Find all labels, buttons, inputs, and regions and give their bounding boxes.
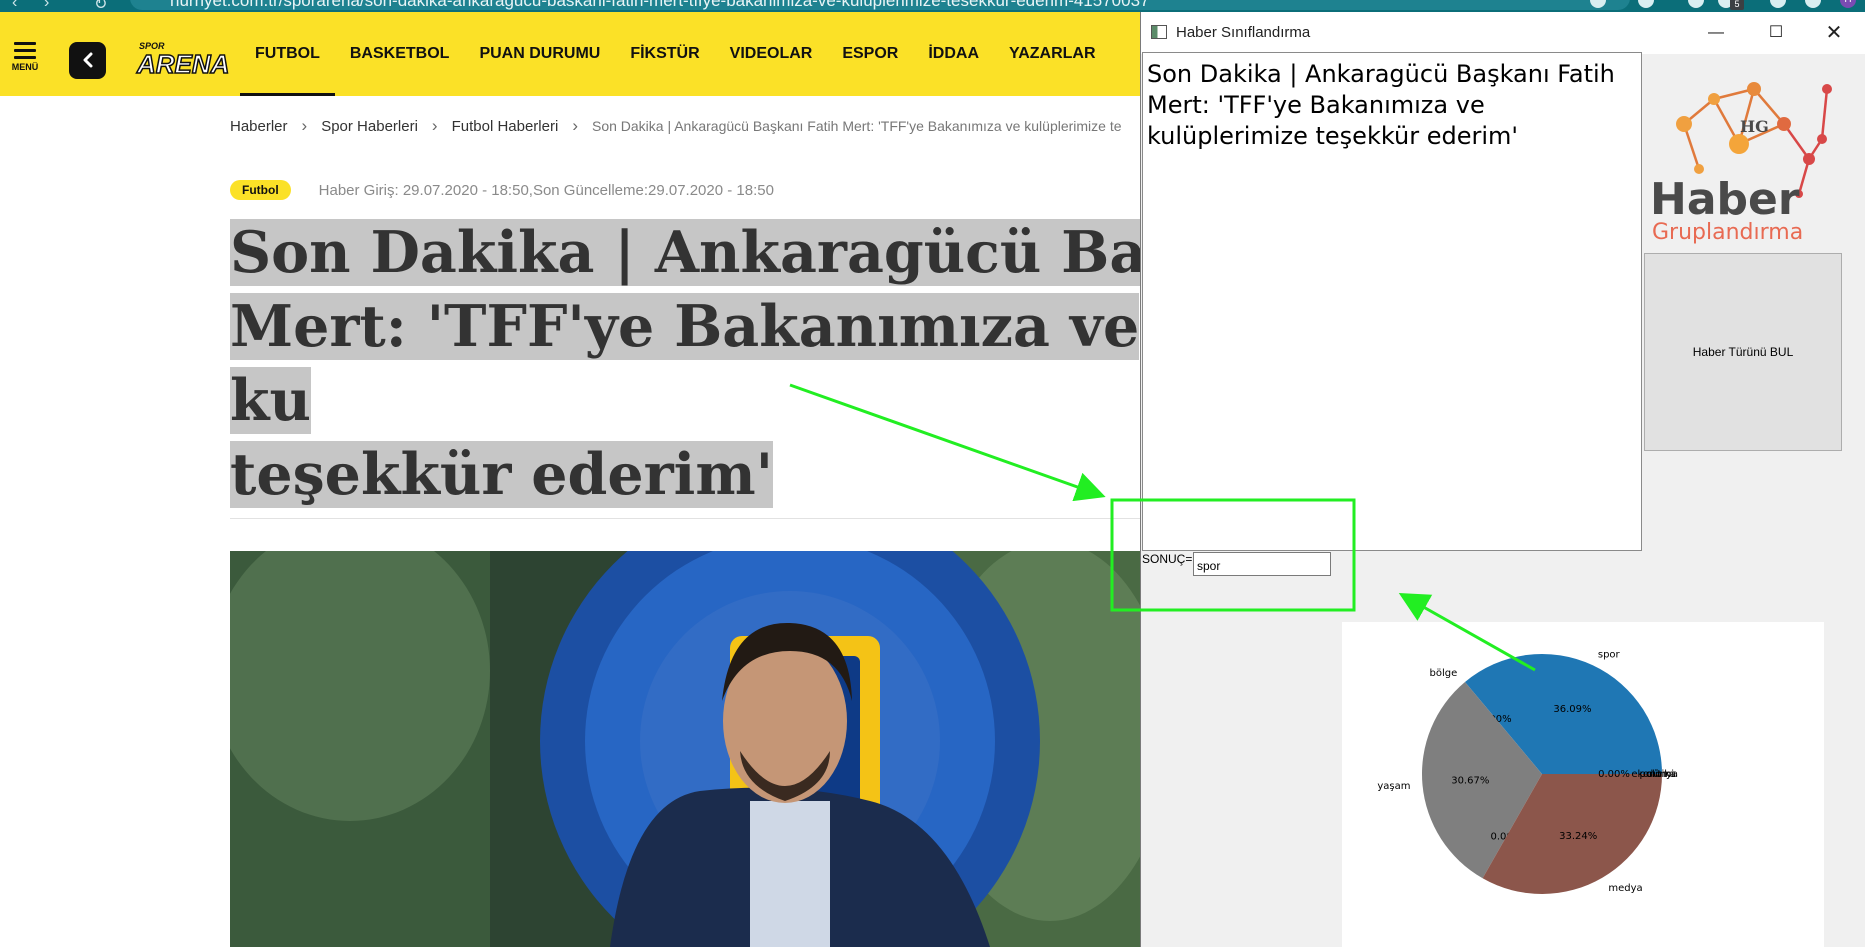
- pie-category-label: bölge: [1430, 668, 1458, 679]
- news-text-area[interactable]: Son Dakika | Ankaragücü Başkanı Fatih Me…: [1142, 52, 1642, 551]
- chevron-right-icon: ›: [572, 116, 578, 135]
- pie-percent-label: 30.67%: [1451, 775, 1489, 786]
- chevron-left-icon: [83, 52, 92, 68]
- pie-percent-label: 33.24%: [1559, 831, 1597, 842]
- menu-label: MENÜ: [11, 62, 39, 72]
- main-nav: FUTBOL BASKETBOL PUAN DURUMU FİKSTÜR VIDEOLA…: [240, 12, 1111, 96]
- pie-percent-label: 36.09%: [1553, 704, 1591, 715]
- nav-item[interactable]: PUAN DURUMU: [464, 12, 615, 96]
- pie-category-label: spor: [1598, 649, 1621, 660]
- minimize-button[interactable]: —: [1693, 18, 1739, 48]
- category-pie-chart: 36.09%spor0.00%bölge30.67%yaşam0.00%33.2…: [1342, 622, 1824, 947]
- hamburger-icon: [10, 42, 40, 59]
- article-headline: Son Dakika | Ankaragücü Başk Mert: 'TFF'y…: [230, 216, 1230, 512]
- headline-line: teşekkür ederim': [230, 441, 774, 508]
- pie-category-label: yaşam: [1377, 781, 1410, 792]
- logo-monogram: HG: [1740, 117, 1769, 136]
- find-news-type-button[interactable]: Haber Türünü BUL: [1644, 253, 1842, 451]
- extension-icon[interactable]: [1688, 0, 1704, 8]
- nav-item[interactable]: İDDAA: [913, 12, 994, 96]
- close-button[interactable]: ✕: [1811, 18, 1857, 48]
- haber-gruplandirma-logo: HG Haber Gruplandırma: [1644, 54, 1852, 252]
- address-bar-url: hurriyet.com.tr/sporarena/son-dakika-ank…: [170, 0, 1150, 10]
- profile-avatar[interactable]: H: [1840, 0, 1856, 8]
- nav-item[interactable]: VIDEOLAR: [715, 12, 828, 96]
- puzzle-icon[interactable]: [1770, 0, 1786, 8]
- breadcrumb-link[interactable]: Haberler: [230, 118, 288, 135]
- maximize-button[interactable]: ☐: [1753, 18, 1799, 48]
- logo-word-gruplandirma: Gruplandırma: [1652, 220, 1803, 245]
- nav-item[interactable]: ESPOR: [827, 12, 913, 96]
- browser-toolbar: ‹ › ↻ hurriyet.com.tr/sporarena/son-daki…: [0, 0, 1865, 12]
- chevron-right-icon: ›: [301, 116, 308, 135]
- article-photo: [230, 551, 1142, 947]
- nav-item[interactable]: YAZARLAR: [994, 12, 1111, 96]
- pie-percent-label: 0.00%: [1598, 769, 1630, 780]
- article-meta: Futbol Haber Giriş: 29.07.2020 - 18:50,S…: [230, 180, 774, 200]
- app-window-icon: [1151, 25, 1167, 39]
- forward-arrow-icon[interactable]: ›: [44, 0, 49, 12]
- nav-item[interactable]: FUTBOL: [240, 12, 335, 96]
- extension-icon[interactable]: [1638, 0, 1654, 8]
- extension-badge: 5: [1730, 0, 1744, 10]
- result-field[interactable]: [1193, 552, 1331, 576]
- breadcrumb-link[interactable]: Spor Haberleri: [321, 118, 418, 135]
- window-titlebar[interactable]: Haber Sınıflandırma — ☐ ✕: [1141, 12, 1865, 54]
- extension-icon[interactable]: [1805, 0, 1821, 8]
- divider: [230, 518, 1150, 519]
- menu-button[interactable]: MENÜ: [10, 42, 40, 72]
- logo-main-text: ARENA: [136, 48, 230, 80]
- app-window: Haber Sınıflandırma — ☐ ✕ Son Dakika | A…: [1140, 12, 1865, 947]
- article-dates: Haber Giriş: 29.07.2020 - 18:50,Son Günc…: [318, 181, 774, 199]
- nav-item[interactable]: FİKSTÜR: [615, 12, 714, 96]
- back-arrow-icon[interactable]: ‹: [12, 0, 17, 12]
- nav-item[interactable]: BASKETBOL: [335, 12, 465, 96]
- pie-chart-svg: 36.09%spor0.00%bölge30.67%yaşam0.00%33.2…: [1377, 649, 1678, 894]
- news-text-content: Son Dakika | Ankaragücü Başkanı Fatih Me…: [1147, 60, 1615, 150]
- headline-line: Son Dakika | Ankaragücü Başk: [230, 219, 1218, 286]
- result-label: SONUÇ=: [1142, 552, 1193, 566]
- reload-icon[interactable]: ↻: [94, 0, 107, 12]
- sporarena-logo[interactable]: SPOR ARENA: [135, 40, 230, 80]
- headline-line: Mert: 'TFF'ye Bakanımıza ve ku: [230, 293, 1140, 434]
- category-badge[interactable]: Futbol: [230, 180, 291, 200]
- breadcrumb-current: Son Dakika | Ankaragücü Başkanı Fatih Me…: [591, 118, 1122, 134]
- breadcrumb: Haberler › Spor Haberleri › Futbol Haberleri…: [230, 116, 1122, 136]
- breadcrumb-link[interactable]: Futbol Haberleri: [452, 118, 559, 135]
- back-button[interactable]: [69, 42, 106, 79]
- logo-word-haber: Haber: [1650, 174, 1800, 225]
- pie-category-label: dünya: [1647, 769, 1678, 780]
- window-title: Haber Sınıflandırma: [1176, 24, 1311, 41]
- chevron-right-icon: ›: [431, 116, 438, 135]
- pie-category-label: medya: [1608, 883, 1642, 894]
